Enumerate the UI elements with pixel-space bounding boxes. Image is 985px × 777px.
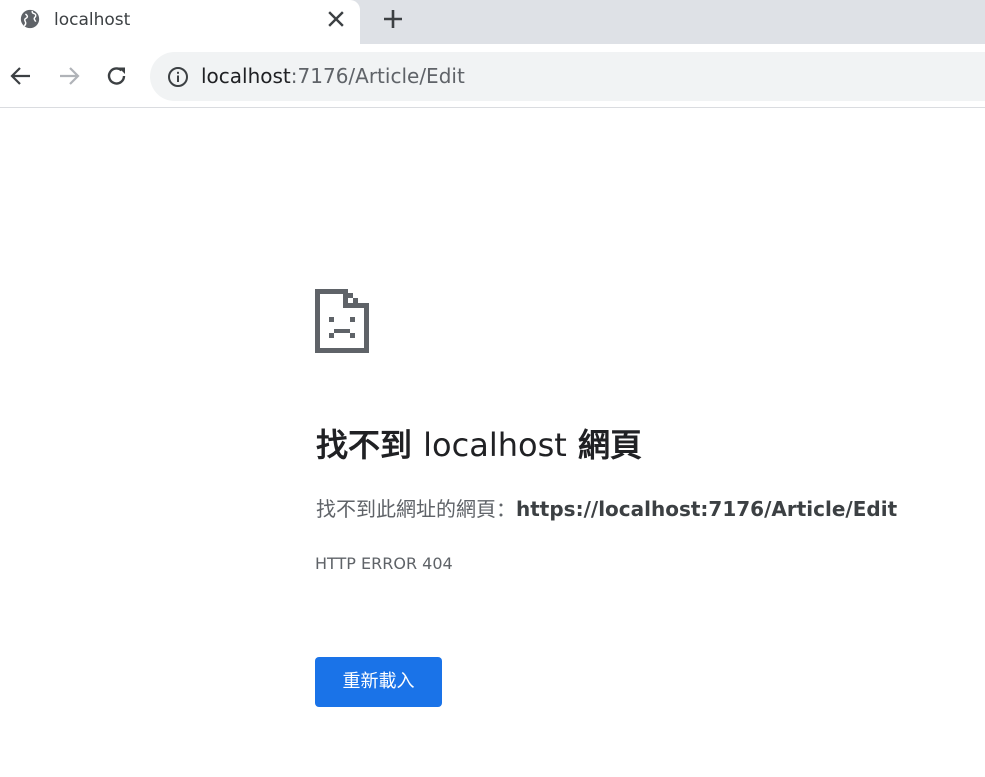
info-icon[interactable] [166, 65, 190, 89]
desc-url: https://localhost:7176/Article/Edit [516, 497, 898, 521]
reload-button[interactable]: 重新載入 [315, 657, 442, 707]
new-tab-icon[interactable] [380, 6, 406, 32]
url-host: localhost [201, 64, 291, 88]
url-text[interactable]: localhost:7176/Article/Edit [201, 64, 465, 89]
headline-host: localhost [423, 426, 567, 464]
error-page: 找不到 localhost 網頁 找不到此網址的網頁：https://local… [0, 109, 985, 777]
address-bar[interactable]: localhost:7176/Article/Edit [150, 52, 985, 101]
globe-icon [20, 9, 40, 29]
error-code: HTTP ERROR 404 [315, 554, 453, 573]
sad-document-icon [315, 289, 369, 353]
headline-suffix: 網頁 [566, 426, 642, 464]
back-arrow-icon[interactable] [8, 63, 34, 89]
tab-title: localhost [54, 10, 131, 30]
browser-toolbar: localhost:7176/Article/Edit [0, 44, 985, 108]
url-path: :7176/Article/Edit [290, 64, 465, 88]
tab-localhost[interactable]: localhost [0, 0, 360, 44]
tab-strip: localhost [0, 0, 985, 44]
close-icon[interactable] [326, 9, 346, 29]
forward-arrow-icon[interactable] [56, 63, 82, 89]
page-title: 找不到 localhost 網頁 [316, 423, 642, 467]
desc-prefix: 找不到此網址的網頁： [316, 497, 516, 521]
reload-icon[interactable] [104, 63, 130, 89]
error-description: 找不到此網址的網頁：https://localhost:7176/Article… [316, 495, 897, 523]
headline-prefix: 找不到 [316, 426, 424, 464]
